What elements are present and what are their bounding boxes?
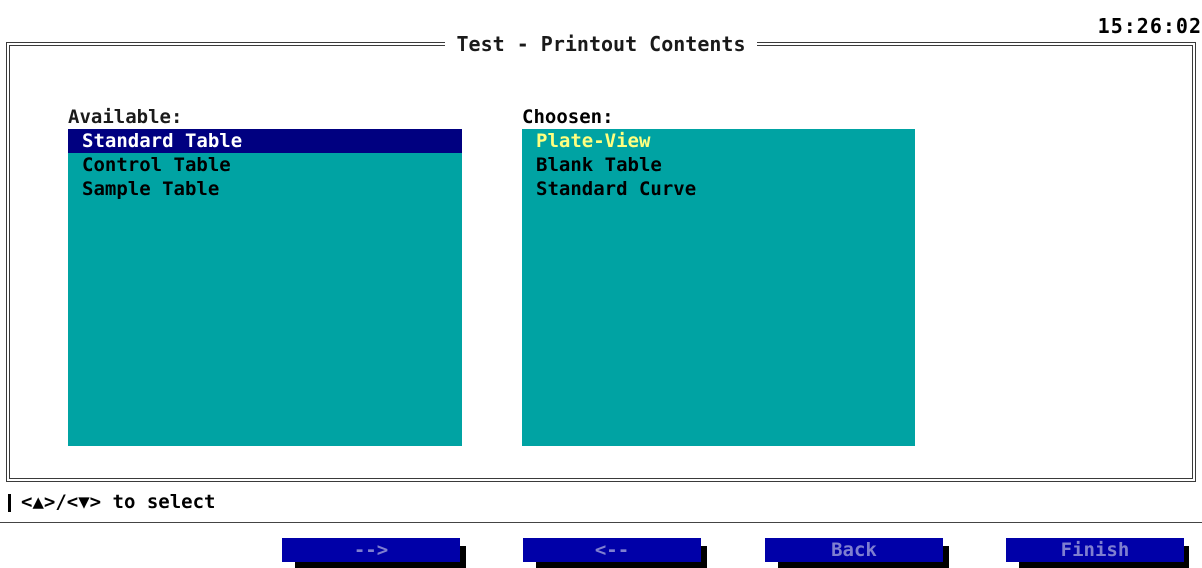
status-text: <▲>/<▼> to select <box>21 491 216 513</box>
available-label: Available: <box>68 106 183 128</box>
chosen-item-standard-curve[interactable]: Standard Curve <box>522 177 915 201</box>
chosen-item-blank-table[interactable]: Blank Table <box>522 153 915 177</box>
available-item-standard-table[interactable]: Standard Table <box>68 129 462 153</box>
remove-button-wrap: <-- <box>523 538 707 568</box>
dialog-title-wrap: Test - Printout Contents <box>10 26 1192 64</box>
finish-button-wrap: Finish <box>1006 538 1202 568</box>
add-button-wrap: --> <box>282 538 466 568</box>
clock: 15:26:02 <box>1097 14 1202 38</box>
finish-button[interactable]: Finish <box>1006 538 1184 562</box>
status-line: <▲>/<▼> to select <box>8 488 215 516</box>
available-item-sample-table[interactable]: Sample Table <box>68 177 462 201</box>
divider <box>0 522 1202 523</box>
add-button[interactable]: --> <box>282 538 460 562</box>
remove-button[interactable]: <-- <box>523 538 701 562</box>
chosen-list[interactable]: Plate-View Blank Table Standard Curve <box>522 129 915 446</box>
back-button-wrap: Back <box>765 538 949 568</box>
chosen-item-plate-view[interactable]: Plate-View <box>522 129 915 153</box>
available-item-control-table[interactable]: Control Table <box>68 153 462 177</box>
cursor-bar <box>8 493 11 512</box>
available-list[interactable]: Standard Table Control Table Sample Tabl… <box>68 129 462 446</box>
back-button[interactable]: Back <box>765 538 943 562</box>
chosen-label: Choosen: <box>522 106 614 128</box>
dialog-title: Test - Printout Contents <box>444 32 758 56</box>
